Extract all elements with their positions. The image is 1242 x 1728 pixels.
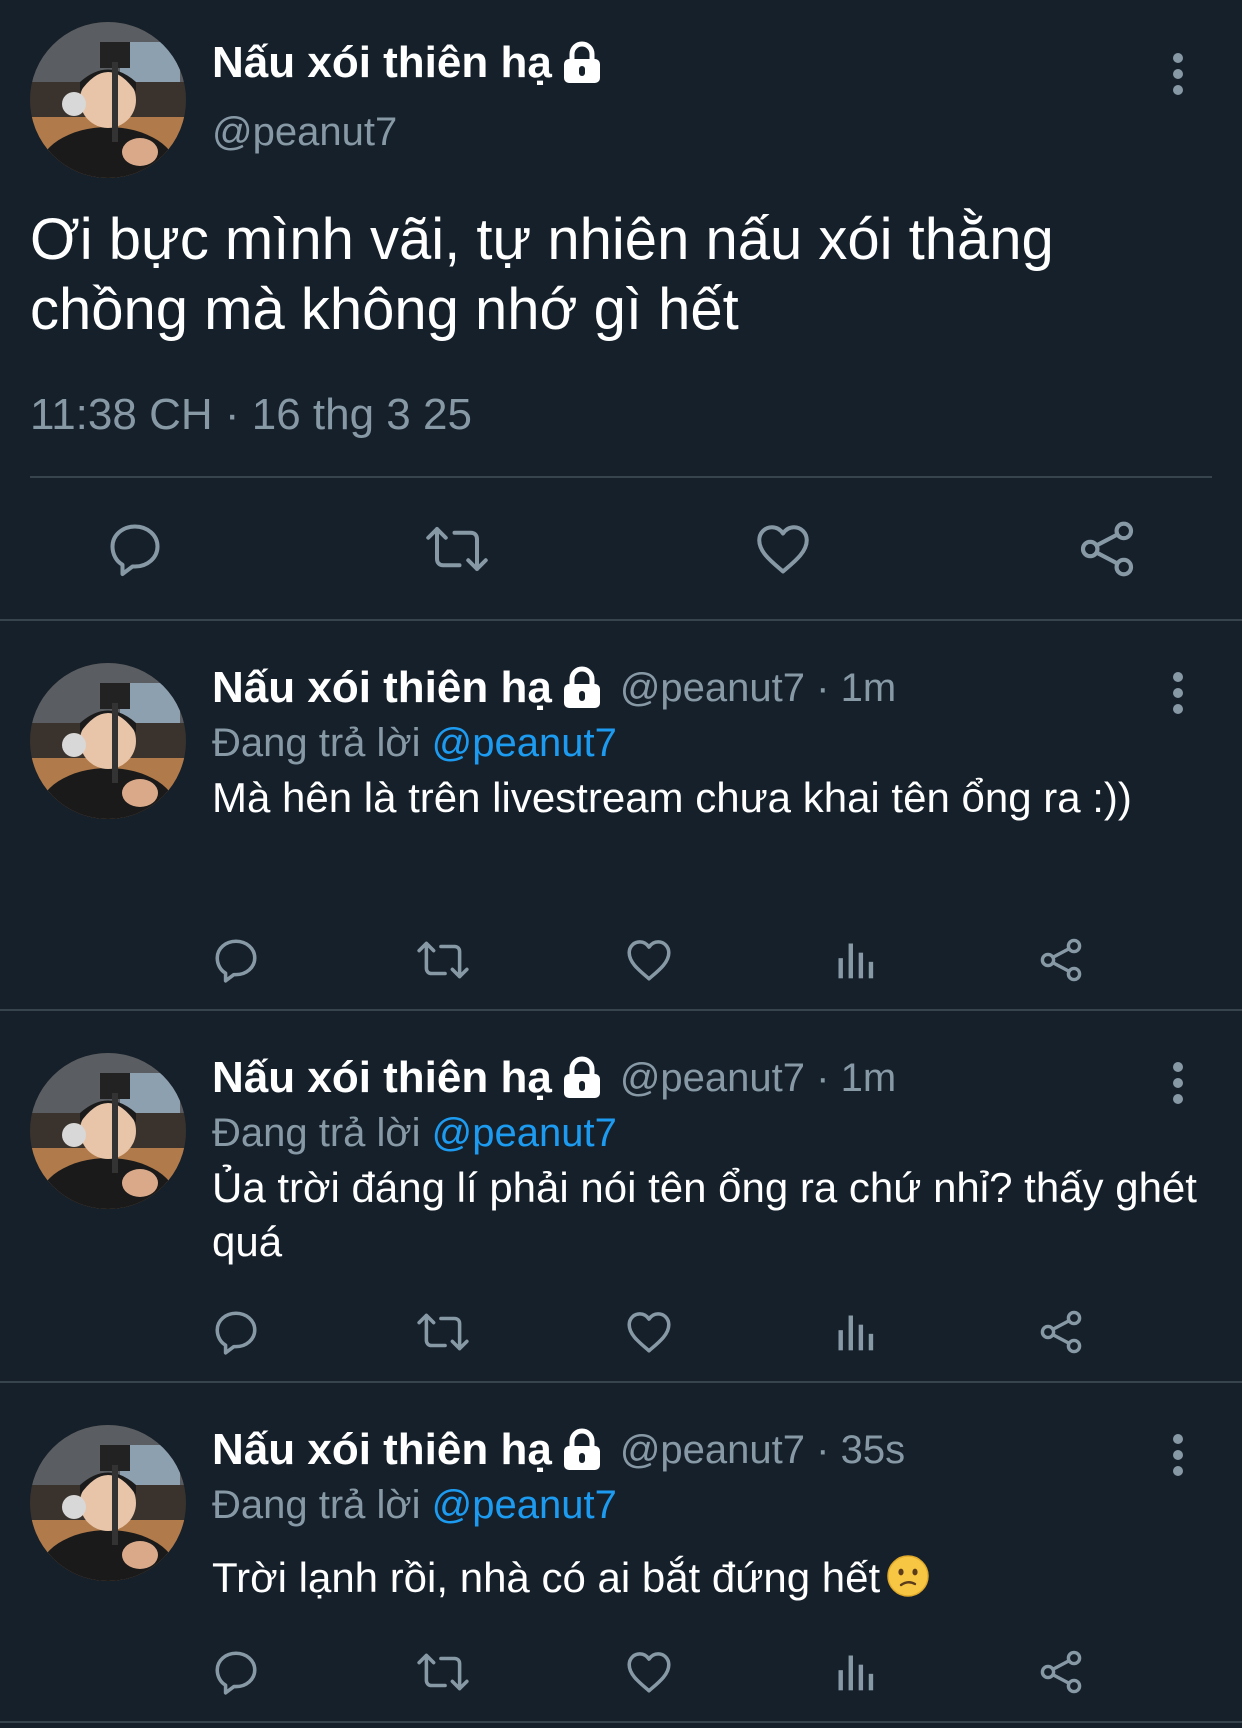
handle[interactable]: @peanut7 <box>212 110 397 155</box>
tweet-text: Mà hên là trên livestream chưa khai tên … <box>212 774 1132 821</box>
replying-to: Đang trả lời @peanut7 <box>212 1483 617 1528</box>
retweet-icon[interactable] <box>424 516 490 582</box>
like-icon[interactable] <box>622 933 676 987</box>
replying-label: Đang trả lời <box>212 1483 421 1527</box>
author-row: Nấu xói thiên hạ @peanut7 · 1m <box>212 1053 896 1103</box>
analytics-icon[interactable] <box>828 1305 882 1359</box>
tweet-thread: Nấu xói thiên hạ @peanut7 Ơi bực mình vã… <box>0 0 1242 1728</box>
handle-time[interactable]: @peanut7 · 35s <box>620 1428 905 1473</box>
lock-icon <box>562 666 602 710</box>
avatar[interactable] <box>30 663 186 819</box>
reply-icon[interactable] <box>209 933 263 987</box>
replying-label: Đang trả lời <box>212 721 421 765</box>
mention-link[interactable]: @peanut7 <box>432 1111 617 1155</box>
retweet-icon[interactable] <box>416 933 470 987</box>
more-options-icon[interactable] <box>1168 1433 1188 1477</box>
mention-link[interactable]: @peanut7 <box>432 1483 617 1527</box>
tweet-text-content: Trời lạnh rồi, nhà có ai bắt đứng hết <box>212 1554 881 1601</box>
tweet-text: Ơi bực mình vãi, tự nhiên nấu xói thằng … <box>30 207 1054 342</box>
more-options-icon[interactable] <box>1168 52 1188 96</box>
display-name[interactable]: Nấu xói thiên hạ <box>212 663 552 713</box>
handle-time[interactable]: @peanut7 · 1m <box>620 666 896 711</box>
avatar[interactable] <box>30 22 186 178</box>
divider <box>30 476 1212 478</box>
author-row: Nấu xói thiên hạ @peanut7 · 1m <box>212 663 896 713</box>
retweet-icon[interactable] <box>416 1305 470 1359</box>
avatar[interactable] <box>30 1053 186 1209</box>
avatar[interactable] <box>30 1425 186 1581</box>
reply-tweet[interactable]: Nấu xói thiên hạ @peanut7 · 1m Đang trả … <box>0 621 1242 1011</box>
replying-to: Đang trả lời @peanut7 <box>212 1111 617 1156</box>
tweet-text: Trời lạnh rồi, nhà có ai bắt đứng hết <box>212 1551 1212 1605</box>
like-icon[interactable] <box>750 516 816 582</box>
reply-icon[interactable] <box>102 516 168 582</box>
tweet-text: Ủa trời đáng lí phải nói tên ổng ra chứ … <box>212 1164 1197 1265</box>
more-options-icon[interactable] <box>1168 671 1188 715</box>
share-icon[interactable] <box>1034 933 1088 987</box>
replying-label: Đang trả lời <box>212 1111 421 1155</box>
like-icon[interactable] <box>622 1305 676 1359</box>
display-name[interactable]: Nấu xói thiên hạ <box>212 38 552 88</box>
share-icon[interactable] <box>1034 1645 1088 1699</box>
main-tweet: Nấu xói thiên hạ @peanut7 Ơi bực mình vã… <box>0 0 1242 621</box>
retweet-icon[interactable] <box>416 1645 470 1699</box>
mention-link[interactable]: @peanut7 <box>432 721 617 765</box>
share-icon[interactable] <box>1034 1305 1088 1359</box>
reply-tweet[interactable]: Nấu xói thiên hạ @peanut7 · 1m Đang trả … <box>0 1011 1242 1383</box>
confused-face-emoji <box>886 1554 930 1598</box>
handle-time[interactable]: @peanut7 · 1m <box>620 1056 896 1101</box>
more-options-icon[interactable] <box>1168 1061 1188 1105</box>
author-row: Nấu xói thiên hạ @peanut7 · 35s <box>212 1425 905 1475</box>
share-icon[interactable] <box>1074 516 1140 582</box>
like-icon[interactable] <box>622 1645 676 1699</box>
reply-icon[interactable] <box>209 1645 263 1699</box>
reply-tweet[interactable]: Nấu xói thiên hạ @peanut7 · 35s Đang trả… <box>0 1383 1242 1723</box>
author-row: Nấu xói thiên hạ <box>212 38 602 88</box>
lock-icon <box>562 1056 602 1100</box>
display-name[interactable]: Nấu xói thiên hạ <box>212 1053 552 1103</box>
lock-icon <box>562 41 602 85</box>
replying-to: Đang trả lời @peanut7 <box>212 721 617 766</box>
tweet-timestamp[interactable]: 11:38 CH · 16 thg 3 25 <box>30 390 472 440</box>
reply-icon[interactable] <box>209 1305 263 1359</box>
analytics-icon[interactable] <box>828 1645 882 1699</box>
display-name[interactable]: Nấu xói thiên hạ <box>212 1425 552 1475</box>
lock-icon <box>562 1428 602 1472</box>
analytics-icon[interactable] <box>828 933 882 987</box>
